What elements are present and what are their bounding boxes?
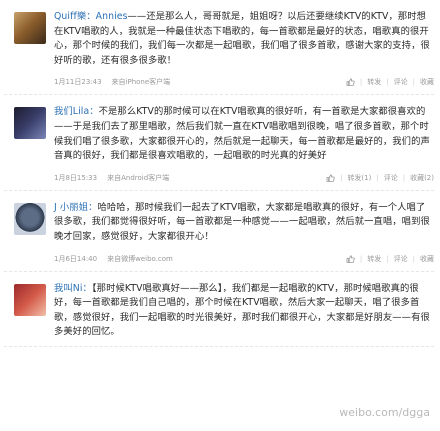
post-author[interactable]: 我叫Ni： — [54, 283, 92, 294]
comment-link[interactable]: 评论 — [384, 173, 398, 183]
post-author[interactable]: J 小丽姐： — [54, 202, 98, 213]
action-separator: | — [359, 254, 363, 263]
post-author[interactable]: 我们Lila： — [54, 106, 99, 117]
feed-post: J 小丽姐：哈哈哈，那时候我们一起去了KTV唱歌，大家都是唱歌真的很好，有一个人… — [4, 191, 434, 272]
action-separator: | — [386, 254, 389, 263]
action-separator: | — [359, 78, 363, 87]
post-author[interactable]: Quiff樂：Annies — [54, 11, 128, 22]
post-body: 我叫Ni：【那时候KTV唱歌真好——那么】，我们都是一起唱歌的KTV，那时候唱歌… — [54, 282, 434, 340]
repost-link[interactable]: 转发(1) — [347, 173, 371, 183]
post-body: Quiff樂：Annies——还是那么人，哥哥就是，姐姐呀？以后还要继续KTV的… — [54, 10, 434, 88]
feed-post: 我叫Ni：【那时候KTV唱歌真好——那么】，我们都是一起唱歌的KTV，那时候唱歌… — [4, 272, 434, 347]
avatar[interactable] — [14, 12, 46, 44]
like-icon[interactable] — [326, 174, 335, 182]
post-text: Quiff樂：Annies——还是那么人，哥哥就是，姐姐呀？以后还要继续KTV的… — [54, 10, 434, 68]
post-content: 不是那么KTV的那时候可以在KTV唱歌真的很好听，有一首歌是大家都很喜欢的——于… — [54, 106, 430, 162]
action-separator: | — [412, 254, 415, 263]
repost-link[interactable]: 转发 — [367, 254, 381, 264]
avatar[interactable] — [14, 107, 46, 140]
favorite-link[interactable]: 收藏 — [420, 254, 434, 264]
action-separator: | — [402, 173, 406, 182]
action-separator: | — [386, 78, 389, 87]
post-content: 【那时候KTV唱歌真好——那么】，我们都是一起唱歌的KTV，那时候唱歌真的很好，… — [54, 282, 430, 338]
post-time[interactable]: 1月8日15:33 — [54, 173, 97, 183]
like-icon[interactable] — [346, 254, 355, 263]
favorite-link[interactable]: 收藏(2) — [410, 173, 434, 183]
like-icon[interactable] — [346, 78, 355, 87]
post-text: 我们Lila：不是那么KTV的那时候可以在KTV唱歌真的很好听，有一首歌是大家都… — [54, 105, 434, 163]
favorite-link[interactable]: 收藏 — [420, 77, 434, 87]
post-actions: | 转发 | 评论 | 收藏 — [346, 77, 434, 87]
post-body: J 小丽姐：哈哈哈，那时候我们一起去了KTV唱歌，大家都是唱歌真的很好，有一个人… — [54, 201, 434, 265]
post-source[interactable]: 来自微博weibo.com — [107, 254, 346, 264]
post-source[interactable]: 来自Android客户端 — [107, 173, 326, 183]
feed-post: 我们Lila：不是那么KTV的那时候可以在KTV唱歌真的很好听，有一首歌是大家都… — [4, 95, 434, 191]
post-text: 我叫Ni：【那时候KTV唱歌真好——那么】，我们都是一起唱歌的KTV，那时候唱歌… — [54, 282, 434, 340]
action-separator: | — [412, 78, 415, 87]
post-content: 哈哈哈，那时候我们一起去了KTV唱歌，大家都是唱歌真的很好，有一个人唱了很多歌，… — [54, 201, 430, 242]
weibo-feed: Quiff樂：Annies——还是那么人，哥哥就是，姐姐呀？以后还要继续KTV的… — [0, 0, 440, 431]
repost-link[interactable]: 转发 — [367, 77, 381, 87]
comment-link[interactable]: 评论 — [394, 77, 408, 87]
post-body: 我们Lila：不是那么KTV的那时候可以在KTV唱歌真的很好听，有一首歌是大家都… — [54, 105, 434, 183]
avatar[interactable] — [14, 202, 46, 235]
action-separator: | — [376, 173, 379, 182]
feed-post: Quiff樂：Annies——还是那么人，哥哥就是，姐姐呀？以后还要继续KTV的… — [4, 0, 434, 96]
post-actions: | 转发(1) | 评论 | 收藏(2) — [326, 173, 434, 183]
comment-link[interactable]: 评论 — [394, 254, 408, 264]
post-actions: | 转发 | 评论 | 收藏 — [346, 254, 434, 264]
post-time[interactable]: 1月6日14:40 — [54, 254, 97, 264]
watermark: weibo.com/dgga — [339, 406, 430, 419]
post-text: J 小丽姐：哈哈哈，那时候我们一起去了KTV唱歌，大家都是唱歌真的很好，有一个人… — [54, 201, 434, 245]
post-meta: 1月6日14:40 来自微博weibo.com | 转发 | 评论 | 收藏 — [54, 253, 434, 265]
action-separator: | — [340, 173, 343, 182]
post-meta: 1月11日23:43 来自iPhone客户端 | 转发 | 评论 | 收藏 — [54, 76, 434, 88]
post-meta: 1月8日15:33 来自Android客户端 | 转发(1) | 评论 | 收藏… — [54, 172, 434, 184]
post-source[interactable]: 来自iPhone客户端 — [112, 77, 346, 87]
avatar[interactable] — [14, 283, 46, 316]
post-time[interactable]: 1月11日23:43 — [54, 77, 102, 87]
